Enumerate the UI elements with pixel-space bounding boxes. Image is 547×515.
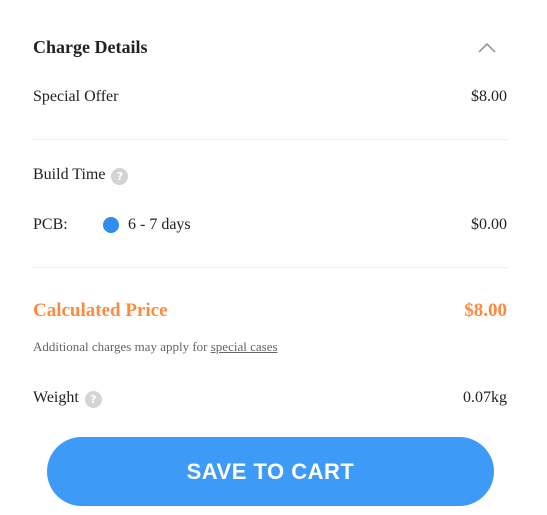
chevron-up-icon[interactable] — [475, 35, 499, 59]
note-text: Additional charges may apply for — [33, 339, 208, 354]
pcb-option-radio[interactable] — [103, 217, 119, 233]
build-time-row: Build Time ? — [33, 163, 507, 187]
calculated-price-label: Calculated Price — [33, 300, 168, 321]
pcb-option-label[interactable]: 6 - 7 days — [128, 216, 191, 234]
charge-details-panel: Charge Details Special Offer $8.00 Build… — [33, 0, 507, 515]
special-offer-row: Special Offer $8.00 — [33, 85, 507, 109]
special-offer-value: $8.00 — [471, 88, 507, 105]
save-to-cart-button[interactable]: SAVE TO CART — [47, 437, 494, 506]
pcb-value: $0.00 — [471, 216, 507, 233]
calculated-price-row: Calculated Price $8.00 — [33, 297, 507, 325]
special-cases-link[interactable]: special cases — [211, 339, 278, 354]
additional-charges-note: Additional charges may apply for special… — [33, 339, 278, 355]
charge-details-title: Charge Details — [33, 36, 148, 57]
question-circle-icon[interactable]: ? — [111, 168, 129, 185]
special-offer-label: Special Offer — [33, 88, 119, 105]
divider — [33, 267, 507, 268]
calculated-price-value: $8.00 — [464, 300, 507, 321]
build-time-label: Build Time — [33, 166, 106, 183]
pcb-build-time-row: PCB: 6 - 7 days $0.00 — [33, 212, 507, 238]
weight-row: Weight ? 0.07kg — [33, 386, 507, 410]
pcb-label: PCB: — [33, 216, 68, 233]
weight-label: Weight — [33, 389, 79, 406]
weight-value: 0.07kg — [463, 389, 507, 406]
question-circle-icon[interactable]: ? — [84, 391, 102, 408]
charge-details-header[interactable]: Charge Details — [33, 35, 507, 59]
divider — [33, 139, 507, 140]
